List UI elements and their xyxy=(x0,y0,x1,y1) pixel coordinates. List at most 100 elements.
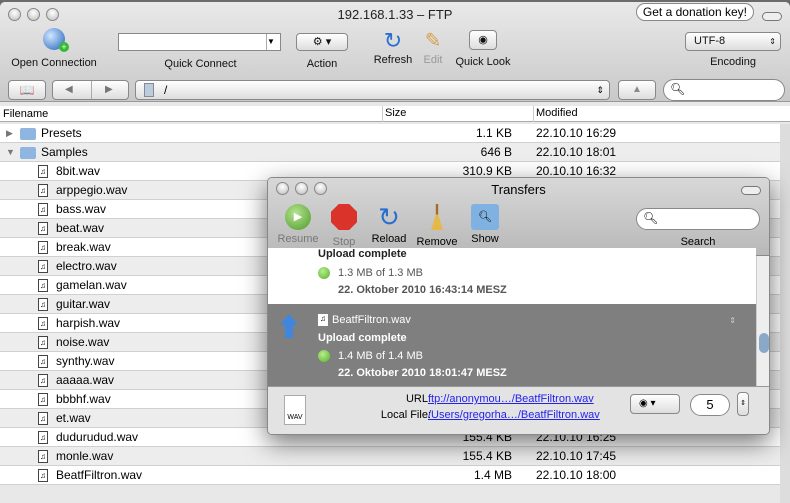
audio-file-icon: ♫ xyxy=(38,393,48,406)
bookmarks-button[interactable]: 📖 xyxy=(8,80,46,100)
search-icon: 🔍︎ xyxy=(643,211,659,225)
audio-file-icon: ♫ xyxy=(38,222,48,235)
path-select[interactable]: / ⇕ xyxy=(135,80,610,100)
transfer-item-selected[interactable]: ♫ BeatfFiltron.wav Upload complete 1.4 MB… xyxy=(268,304,756,386)
file-row[interactable]: ♫ BeatfFiltron.wav 1.4 MB 22.10.10 18:00 xyxy=(0,466,780,485)
transfer-details: WAV URL: ftp://anonymou…/BeatfFiltron.wa… xyxy=(268,386,769,434)
transfers-search-input[interactable]: 🔍︎ xyxy=(636,208,760,230)
audio-file-icon: ♫ xyxy=(38,355,48,368)
connections-field[interactable]: 5 xyxy=(690,394,730,416)
transfer-list: Upload complete 1.3 MB of 1.3 MB 22. Okt… xyxy=(268,248,769,386)
remove-button[interactable]: Remove xyxy=(412,204,462,248)
transfers-scrollbar[interactable] xyxy=(756,256,769,386)
file-name: noise.wav xyxy=(56,335,110,349)
status-complete-icon xyxy=(318,267,330,280)
back-button[interactable]: ◀ xyxy=(65,81,73,99)
audio-file-icon: ♫ xyxy=(38,260,48,273)
audio-file-icon: ♫ xyxy=(38,241,48,254)
file-name: BeatfFiltron.wav xyxy=(56,468,143,482)
disclosure-closed-icon[interactable]: ▶ xyxy=(6,124,13,143)
toolbar: 192.168.1.33 – FTP Get a donation key! +… xyxy=(0,2,790,102)
quick-connect-label: Quick Connect xyxy=(164,58,237,70)
disk-icon xyxy=(144,83,154,97)
pencil-icon: ✎ xyxy=(424,30,442,52)
status-complete-icon xyxy=(318,350,330,363)
file-name: monle.wav xyxy=(56,449,114,463)
show-button[interactable]: 🔍︎ Show xyxy=(460,204,510,245)
file-name: synthy.wav xyxy=(56,354,115,368)
chevron-down-icon[interactable]: ▼ xyxy=(266,34,280,50)
connections-stepper[interactable]: ⇕ xyxy=(737,392,749,416)
column-size[interactable]: Size xyxy=(382,106,406,122)
file-name: arppegio.wav xyxy=(56,183,128,197)
audio-file-icon: ♫ xyxy=(38,469,48,482)
column-filename[interactable]: Filename xyxy=(3,108,48,120)
refresh-button[interactable]: ↻ Refresh xyxy=(370,30,416,67)
donation-button[interactable]: Get a donation key! xyxy=(635,3,754,21)
action-button[interactable]: ⚙ ▾ xyxy=(296,33,348,51)
url-link[interactable]: ftp://anonymou…/BeatfFiltron.wav xyxy=(428,393,594,405)
column-modified[interactable]: Modified xyxy=(533,106,578,122)
quick-look-button[interactable]: ◉ Quick Look xyxy=(452,30,514,68)
file-row[interactable]: ▼ Samples 646 B 22.10.10 18:01 xyxy=(0,143,780,162)
folder-icon xyxy=(20,128,36,140)
column-header: Filename Size Modified xyxy=(0,106,790,122)
action-label: Action xyxy=(306,58,338,70)
audio-file-icon: ♫ xyxy=(38,184,48,197)
broom-icon xyxy=(431,204,443,230)
file-row[interactable]: ▶ Presets 1.1 KB 22.10.10 16:29 xyxy=(0,124,780,143)
file-modified: 22.10.10 16:29 xyxy=(536,126,617,140)
disclosure-open-icon[interactable]: ▼ xyxy=(6,143,15,162)
audio-file-icon: ♫ xyxy=(38,431,48,444)
scroll-thumb[interactable] xyxy=(759,333,769,353)
open-connection-button[interactable]: + Open Connection xyxy=(6,28,102,69)
file-row[interactable]: ♫ monle.wav 155.4 KB 22.10.10 17:45 xyxy=(0,447,780,466)
forward-button[interactable]: ▶ xyxy=(105,81,113,99)
reload-button[interactable]: ↻ Reload xyxy=(364,204,414,245)
scrollbar[interactable] xyxy=(780,124,790,503)
reload-icon: ↻ xyxy=(378,202,400,232)
file-name: bass.wav xyxy=(56,202,107,216)
book-icon: 📖 xyxy=(19,83,35,97)
transfer-item[interactable]: Upload complete 1.3 MB of 1.3 MB 22. Okt… xyxy=(268,248,756,304)
audio-file-icon: ♫ xyxy=(38,279,48,292)
stepper-icon: ⇕ xyxy=(729,316,736,325)
parent-directory-button[interactable]: ▲ xyxy=(618,80,656,100)
quick-connect-input[interactable]: ▼ xyxy=(118,33,281,51)
file-name: dudurudud.wav xyxy=(56,430,139,444)
file-name: aaaaa.wav xyxy=(56,373,115,387)
magnifier-folder-icon: 🔍︎ xyxy=(471,204,499,230)
speedometer-icon: ◉ xyxy=(639,398,648,409)
file-size: 1.4 MB xyxy=(473,468,512,482)
bandwidth-select[interactable]: ◉ ▾ xyxy=(630,394,680,414)
file-name: break.wav xyxy=(56,240,111,254)
play-icon: ▶ xyxy=(285,204,311,230)
stepper-icon: ⇕ xyxy=(769,37,776,46)
search-label: Search xyxy=(680,236,716,248)
file-size: 1.1 KB xyxy=(475,126,512,140)
upload-arrow-icon xyxy=(280,314,298,338)
edit-button[interactable]: ✎ Edit xyxy=(418,30,448,66)
globe-icon: + xyxy=(43,28,69,52)
resume-button[interactable]: ▶ Resume xyxy=(273,204,323,245)
wav-file-icon: WAV xyxy=(284,395,306,425)
search-input[interactable]: 🔍︎ xyxy=(663,79,785,101)
encoding-select[interactable]: UTF-8 ⇕ Encoding xyxy=(684,32,782,68)
file-name: harpish.wav xyxy=(56,316,121,330)
stop-icon xyxy=(331,204,357,230)
file-name: bbbhf.wav xyxy=(56,392,111,406)
file-modified: 22.10.10 18:01 xyxy=(536,145,617,159)
local-file-link[interactable]: /Users/gregorha…/BeatfFiltron.wav xyxy=(428,409,600,421)
file-name: Presets xyxy=(41,126,82,140)
audio-file-icon: ♫ xyxy=(318,314,328,327)
audio-file-icon: ♫ xyxy=(38,336,48,349)
folder-icon xyxy=(20,147,36,159)
transfers-window: Transfers ▶ Resume Stop ↻ Reload Remove 🔍︎… xyxy=(267,177,770,435)
toolbar-toggle-button[interactable] xyxy=(762,12,782,21)
stop-button[interactable]: Stop xyxy=(319,204,369,248)
toolbar-toggle-button[interactable] xyxy=(741,186,761,195)
eye-icon: ◉ xyxy=(469,30,497,50)
file-name: beat.wav xyxy=(56,221,105,235)
gear-icon: ⚙ xyxy=(312,36,323,48)
file-modified: 22.10.10 17:45 xyxy=(536,449,617,463)
